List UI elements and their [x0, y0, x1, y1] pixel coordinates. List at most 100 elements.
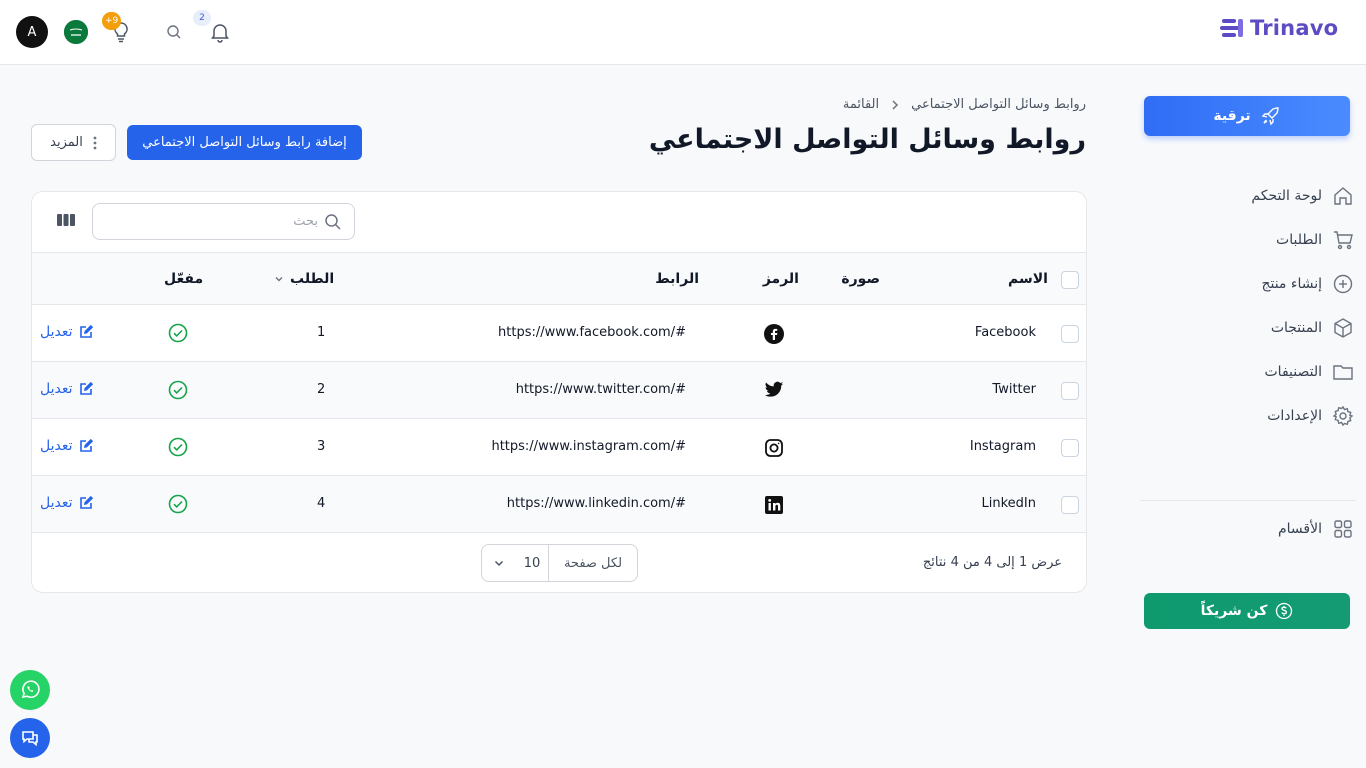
row-name: Twitter [992, 382, 1036, 397]
sidebar-item-label: إنشاء منتج [1261, 276, 1322, 292]
sidebar-item-dashboard[interactable]: لوحة التحكم [1140, 181, 1356, 211]
breadcrumb: روابط وسائل التواصل الاجتماعي القائمة [843, 97, 1086, 112]
gear-icon [1332, 405, 1354, 427]
header-link: الرابط [655, 271, 699, 287]
page-title: روابط وسائل التواصل الاجتماعي [648, 124, 1086, 155]
sidebar-item-label: الأقسام [1278, 521, 1322, 537]
logo[interactable]: Trinavo [1220, 16, 1338, 40]
per-page-value: 10 [523, 555, 541, 571]
add-social-link-button[interactable]: إضافة رابط وسائل التواصل الاجتماعي [127, 125, 362, 160]
row-order: 2 [317, 382, 326, 397]
sidebar-item-settings[interactable]: الإعدادات [1140, 401, 1356, 431]
breadcrumb-current: روابط وسائل التواصل الاجتماعي [911, 97, 1086, 112]
search-placeholder: بحث [293, 214, 318, 229]
linkedin-icon [764, 495, 784, 515]
edit-label: تعديل [40, 438, 73, 454]
sidebar-item-label: لوحة التحكم [1251, 188, 1322, 204]
chevron-down-icon [482, 557, 516, 569]
row-checkbox[interactable] [1061, 325, 1079, 343]
header-order-label: الطلب [290, 271, 335, 287]
edit-label: تعديل [40, 381, 73, 397]
header-name[interactable]: الاسم [1008, 271, 1048, 287]
sidebar-divider [1140, 500, 1356, 501]
bell-icon[interactable] [209, 21, 231, 43]
cart-icon [1334, 231, 1353, 250]
header-image: صورة [841, 271, 880, 287]
header-order[interactable]: الطلب [274, 271, 334, 287]
sidebar-item-label: الإعدادات [1267, 408, 1322, 424]
per-page-select[interactable]: 10 لكل صفحة [481, 544, 638, 582]
per-page-label: لكل صفحة [548, 545, 637, 581]
social-links-table: بحث الاسم صورة الرمز الرابط الطلب مفعّل … [31, 191, 1087, 593]
table-row: Instagram https://www.instagram.com/# 3 … [32, 419, 1086, 476]
chevron-down-icon [275, 277, 283, 282]
partner-label: كن شريكاً [1200, 603, 1268, 619]
more-vertical-icon [93, 136, 97, 149]
sidebar-item-create-product[interactable]: إنشاء منتج [1140, 269, 1356, 299]
sidebar-item-sections[interactable]: الأقسام [1140, 514, 1356, 544]
become-partner-button[interactable]: كن شريكاً [1144, 593, 1350, 629]
more-label: المزيد [50, 135, 83, 150]
edit-icon [79, 325, 93, 338]
sidebar-item-label: التصنيفات [1264, 364, 1323, 380]
more-button[interactable]: المزيد [31, 124, 116, 161]
pagination-summary: عرض 1 إلى 4 من 4 نتائج [922, 555, 1062, 570]
row-link: https://www.linkedin.com/# [506, 496, 686, 511]
search-icon [325, 213, 341, 230]
header-symbol: الرمز [762, 271, 799, 287]
instagram-icon [764, 438, 784, 458]
row-link: https://www.twitter.com/# [515, 382, 686, 397]
whatsapp-button[interactable] [10, 670, 50, 710]
logo-icon [1220, 19, 1243, 37]
table-row: Twitter https://www.twitter.com/# 2 تعدي… [32, 362, 1086, 419]
breadcrumb-parent[interactable]: القائمة [843, 97, 879, 112]
edit-link[interactable]: تعديل [40, 495, 93, 511]
check-circle-icon [168, 494, 188, 514]
grid-icon [1334, 520, 1352, 538]
row-checkbox[interactable] [1061, 496, 1079, 514]
edit-link[interactable]: تعديل [40, 381, 93, 397]
select-all-checkbox[interactable] [1061, 271, 1079, 289]
logo-text: Trinavo [1250, 16, 1339, 40]
row-checkbox[interactable] [1061, 439, 1079, 457]
row-name: Instagram [969, 439, 1036, 454]
table-row: LinkedIn https://www.linkedin.com/# 4 تع… [32, 476, 1086, 533]
upgrade-label: ترقية [1213, 108, 1251, 124]
row-order: 1 [317, 325, 326, 340]
check-circle-icon [168, 437, 188, 457]
search-icon[interactable] [166, 24, 182, 40]
row-checkbox[interactable] [1061, 382, 1079, 400]
facebook-icon [764, 324, 784, 344]
folder-icon [1333, 365, 1353, 380]
check-circle-icon [168, 323, 188, 343]
chat-button[interactable] [10, 718, 50, 758]
columns-toggle-icon[interactable] [56, 212, 76, 228]
header-enabled: مفعّل [164, 271, 204, 287]
language-flag-icon[interactable] [64, 20, 88, 44]
avatar[interactable]: A [16, 16, 48, 48]
row-order: 4 [317, 496, 326, 511]
sidebar-item-products[interactable]: المنتجات [1140, 313, 1356, 343]
edit-label: تعديل [40, 495, 73, 511]
rocket-icon [1261, 107, 1279, 126]
upgrade-button[interactable]: ترقية [1144, 96, 1350, 136]
check-circle-icon [168, 380, 188, 400]
table-row: Facebook https://www.facebook.com/# 1 تع… [32, 305, 1086, 362]
edit-icon [79, 382, 93, 395]
home-icon [1334, 187, 1352, 205]
sidebar-item-label: الطلبات [1276, 232, 1322, 248]
sidebar-item-categories[interactable]: التصنيفات [1140, 357, 1356, 387]
edit-link[interactable]: تعديل [40, 324, 93, 340]
sidebar-item-orders[interactable]: الطلبات [1140, 225, 1356, 255]
edit-label: تعديل [40, 324, 73, 340]
whatsapp-icon [21, 680, 40, 699]
row-link: https://www.instagram.com/# [491, 439, 686, 454]
tips-badge: +9 [102, 12, 122, 30]
chevron-left-icon [892, 99, 899, 110]
edit-link[interactable]: تعديل [40, 438, 93, 454]
table-search-input[interactable]: بحث [92, 203, 355, 240]
twitter-icon [764, 381, 784, 399]
plus-circle-icon [1333, 274, 1353, 294]
table-header: الاسم صورة الرمز الرابط الطلب مفعّل [32, 252, 1086, 305]
top-bar: Trinavo A +9 2 [0, 0, 1366, 65]
